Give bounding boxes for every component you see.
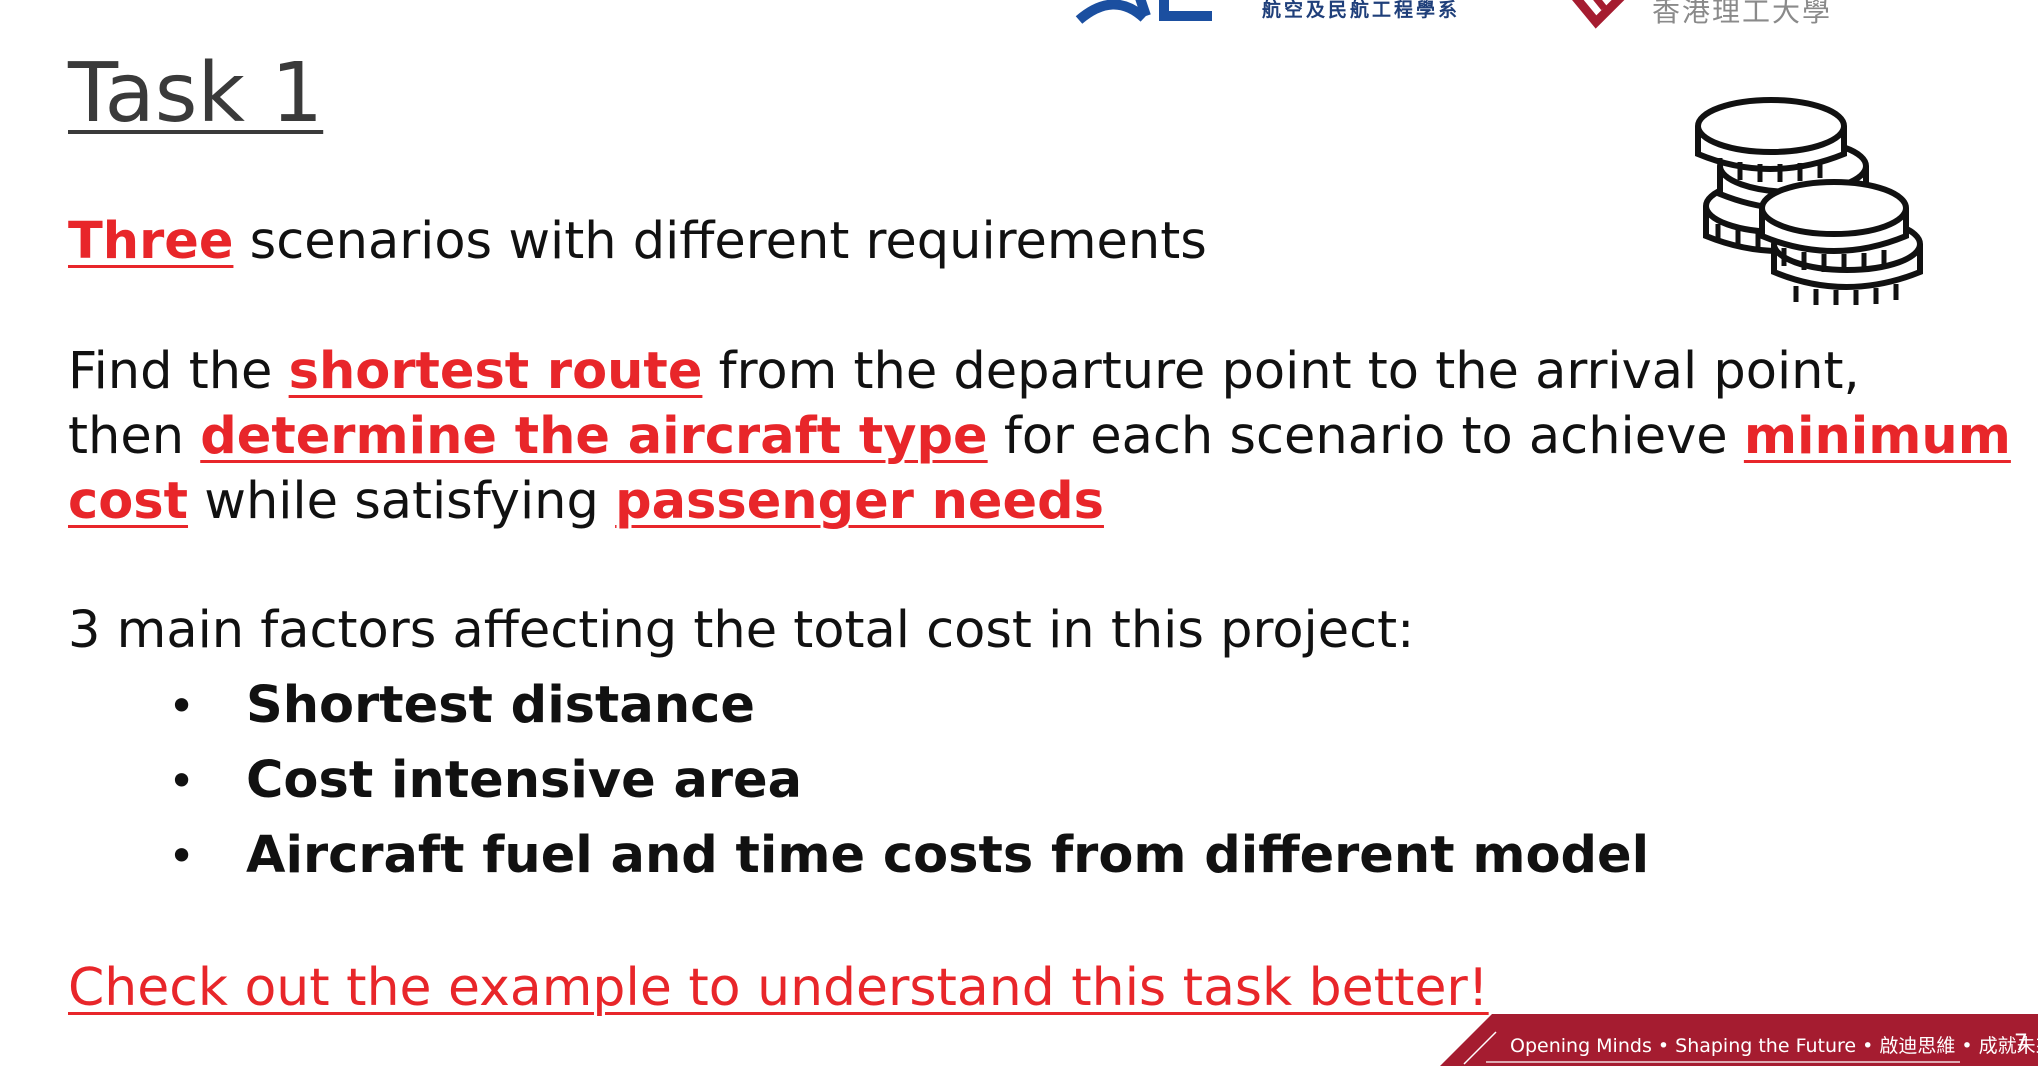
factors-heading: 3 main factors affecting the total cost … (68, 601, 1415, 660)
intro-highlight: Three (68, 212, 234, 271)
factor-item: Cost intensive area (246, 751, 803, 810)
paragraph-line-1: Find the shortest route from the departu… (68, 339, 1860, 405)
highlight-aircraft-type: determine the aircraft type (200, 407, 988, 466)
paragraph-text-1: Find the (68, 342, 289, 401)
coins-stack-icon (1690, 96, 1940, 306)
slide-number: 7 (2014, 1031, 2028, 1056)
paragraph-line-2: then determine the aircraft type for eac… (68, 404, 2011, 470)
paragraph-text-3: then (68, 407, 201, 466)
department-logo (1074, 0, 1214, 26)
paragraph-line-3: cost while satisfying passenger needs (68, 469, 1104, 535)
university-logo-mark (1572, 0, 1625, 29)
bullet-marker: • (168, 829, 196, 883)
highlight-passenger-needs: passenger needs (615, 472, 1104, 531)
paragraph-text-5: while satisfying (188, 472, 616, 531)
slide-title: Task 1 (68, 46, 324, 141)
intro-text: scenarios with different requirements (233, 212, 1207, 271)
intro-line: Three scenarios with different requireme… (68, 209, 1207, 275)
paragraph-text-2: from the departure point to the arrival … (702, 342, 1860, 401)
highlight-minimum: minimum (1743, 407, 2011, 466)
footer-tagline: Opening Minds • Shaping the Future • 啟迪思… (1510, 1035, 2038, 1057)
highlight-cost: cost (68, 472, 189, 531)
paragraph-text-4: for each scenario to achieve (987, 407, 1744, 466)
factor-item: Aircraft fuel and time costs from differ… (246, 826, 1650, 885)
university-logo (1560, 0, 1640, 30)
factor-item: Shortest distance (246, 676, 755, 735)
bullet-marker: • (168, 679, 196, 733)
bullet-marker: • (168, 754, 196, 808)
department-logo-mark (1075, 0, 1212, 24)
university-name: 香港理工大學 (1652, 0, 1833, 28)
example-link[interactable]: Check out the example to understand this… (68, 952, 1489, 1024)
highlight-shortest-route: shortest route (288, 342, 703, 401)
department-name: 航空及民航工程學系 (1262, 0, 1461, 21)
